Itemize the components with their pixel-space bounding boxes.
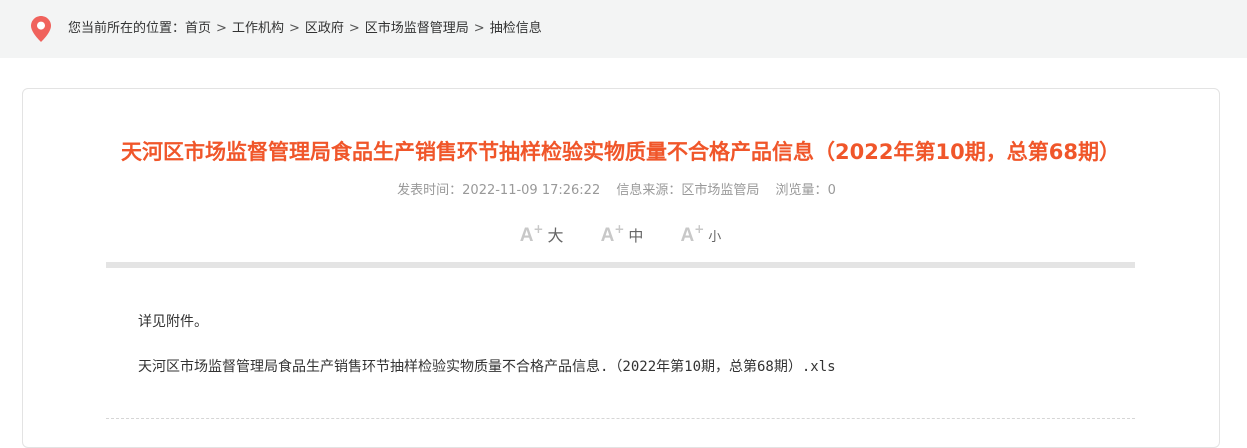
content-bottom-divider bbox=[106, 418, 1135, 419]
font-size-large-label: 大 bbox=[547, 226, 564, 245]
plus-icon: + bbox=[614, 222, 625, 236]
font-size-small-button[interactable]: A+小 bbox=[681, 222, 722, 247]
breadcrumb-inspection-link[interactable]: 抽检信息 bbox=[490, 21, 542, 36]
article-title: 天河区市场监督管理局食品生产销售环节抽样检验实物质量不合格产品信息（2022年第… bbox=[121, 140, 1120, 164]
views-label: 浏览量： bbox=[775, 183, 828, 198]
plus-icon: + bbox=[533, 222, 544, 236]
publish-time: 2022-11-09 17:26:22 bbox=[462, 183, 601, 198]
breadcrumb-separator: > bbox=[348, 21, 360, 36]
breadcrumb: 您当前所在的位置：首页 > 工作机构 > 区政府 > 区市场监督管理局 > 抽检信息 bbox=[68, 19, 542, 39]
source-label: 信息来源： bbox=[616, 183, 682, 198]
location-pin-icon bbox=[31, 16, 51, 42]
breadcrumb-bar: 您当前所在的位置：首页 > 工作机构 > 区政府 > 区市场监督管理局 > 抽检信息 bbox=[0, 0, 1247, 58]
attachment-link[interactable]: 天河区市场监督管理局食品生产销售环节抽样检验实物质量不合格产品信息.（2022年… bbox=[138, 355, 836, 379]
breadcrumb-separator: > bbox=[216, 21, 227, 36]
breadcrumb-separator: > bbox=[288, 21, 300, 36]
breadcrumb-separator: > bbox=[473, 21, 485, 36]
publish-time-label: 发表时间： bbox=[397, 183, 463, 198]
font-size-medium-label: 中 bbox=[628, 227, 644, 245]
plus-icon: + bbox=[694, 222, 705, 236]
article-meta: 发表时间：2022-11-09 17:26:22 信息来源：区市场监管局 浏览量… bbox=[0, 181, 1233, 201]
breadcrumb-work-org-link[interactable]: 工作机构 bbox=[232, 21, 284, 36]
source-value: 区市场监管局 bbox=[681, 183, 760, 198]
font-size-small-label: 小 bbox=[708, 230, 722, 245]
font-size-a-icon: A bbox=[680, 225, 695, 246]
font-size-medium-button[interactable]: A+ 中 bbox=[601, 222, 644, 247]
views-count: 0 bbox=[827, 183, 836, 198]
breadcrumb-home-link[interactable]: 首页 bbox=[185, 21, 211, 36]
body-paragraph: 详见附件。 bbox=[138, 314, 208, 330]
breadcrumb-prefix: 您当前所在的位置： bbox=[68, 21, 186, 36]
font-size-a-icon: A bbox=[519, 225, 534, 246]
font-size-controls: A+ 大 A+ 中 A+小 bbox=[0, 222, 1241, 247]
font-size-a-icon: A bbox=[600, 225, 615, 246]
font-size-large-button[interactable]: A+ 大 bbox=[520, 222, 564, 247]
breadcrumb-district-gov-link[interactable]: 区政府 bbox=[305, 21, 344, 36]
title-divider bbox=[106, 262, 1135, 268]
breadcrumb-market-bureau-link[interactable]: 区市场监督管理局 bbox=[365, 21, 469, 36]
